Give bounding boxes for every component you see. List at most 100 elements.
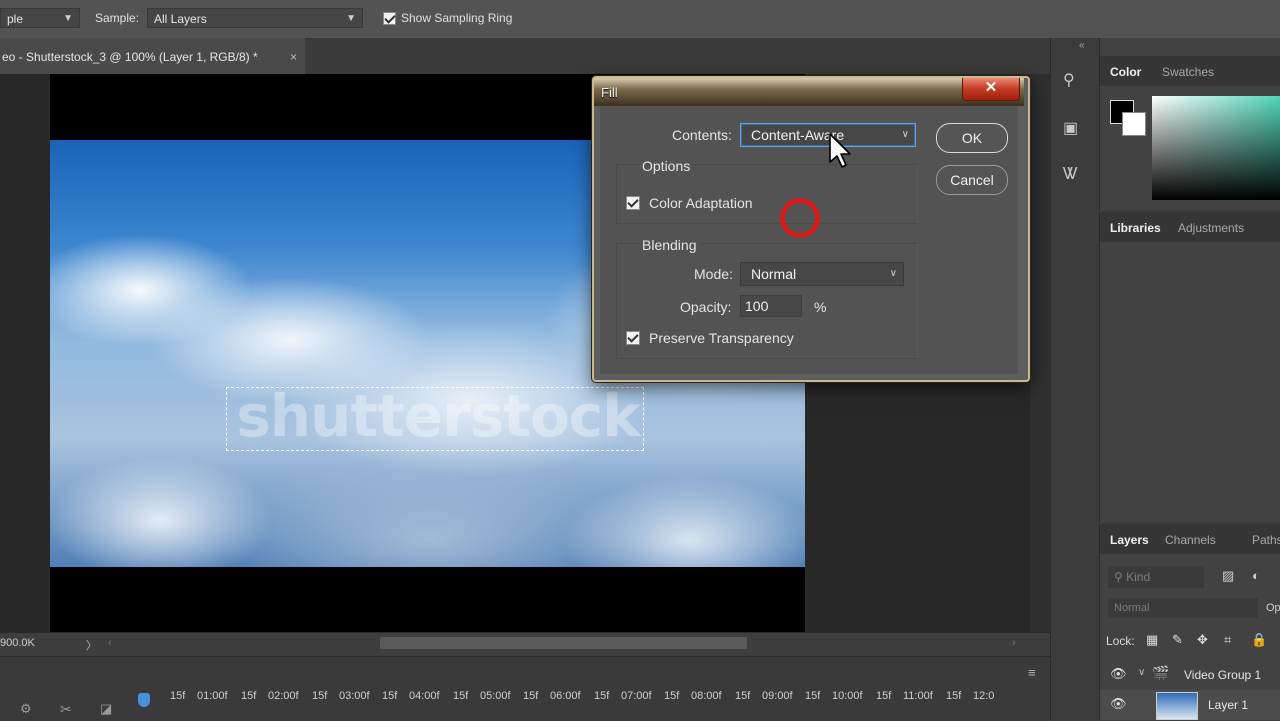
scroll-right-icon[interactable]: ›: [1012, 637, 1016, 649]
lock-paint-icon[interactable]: ✎: [1172, 632, 1183, 648]
layer-row[interactable]: 👁 ∨ 🎬 Video Group 1: [1100, 662, 1280, 688]
sample-select[interactable]: All Layers ▼: [147, 8, 363, 28]
tab-libraries[interactable]: Libraries: [1110, 221, 1161, 235]
timeline-tick: 15f: [523, 690, 539, 702]
options-group-label: Options: [640, 158, 693, 174]
timeline-tick: 04:00f: [409, 690, 440, 702]
preserve-transparency-label: Preserve Transparency: [649, 330, 794, 346]
chevron-down-icon: ∨: [901, 129, 909, 140]
timeline-tick: 03:00f: [339, 690, 370, 702]
mode-select[interactable]: Normal ∨: [740, 262, 904, 286]
sample-value: All Layers: [154, 12, 207, 26]
mode-value: Normal: [751, 266, 797, 282]
layer-kind-filter[interactable]: ⚲ Kind: [1108, 566, 1204, 588]
libraries-panel: Libraries Adjustments: [1099, 212, 1280, 522]
show-sampling-ring-label: Show Sampling Ring: [401, 11, 513, 25]
timeline-menu-icon[interactable]: ≡: [1028, 665, 1036, 680]
color-picker-field[interactable]: [1152, 96, 1280, 200]
tool-mode-value: ple: [7, 12, 24, 26]
history-icon[interactable]: ⚲: [1063, 70, 1087, 92]
status-menu-arrow-icon[interactable]: 〉: [86, 637, 97, 653]
chevron-down-icon: ▼: [346, 13, 356, 24]
transition-icon[interactable]: ◪: [100, 701, 112, 717]
libraries-panel-tabs: Libraries Adjustments: [1100, 212, 1280, 242]
opacity-input[interactable]: 100: [740, 295, 802, 317]
chevron-down-icon: ▼: [63, 13, 73, 24]
document-tab-title: eo - Shutterstock_3 @ 100% (Layer 1, RGB…: [2, 50, 258, 64]
timeline-tick: 07:00f: [621, 690, 652, 702]
tab-layers[interactable]: Layers: [1110, 533, 1149, 547]
cancel-button[interactable]: Cancel: [936, 165, 1008, 195]
timeline-tick: 15f: [876, 690, 892, 702]
properties-icon[interactable]: ▣: [1063, 118, 1087, 140]
tool-mode-select[interactable]: ple ▼: [0, 8, 80, 28]
scroll-left-icon[interactable]: ‹: [108, 637, 112, 649]
mode-label: Mode:: [694, 266, 733, 282]
timeline-ruler[interactable]: 15f 01:00f 15f 02:00f 15f 03:00f 15f 04:…: [130, 690, 1050, 708]
timeline-tick: 01:00f: [197, 690, 228, 702]
expand-chevron-icon[interactable]: ∨: [1138, 667, 1145, 678]
tab-paths[interactable]: Paths: [1252, 533, 1280, 547]
mouse-pointer-icon: [829, 133, 851, 168]
layer-thumbnail: [1156, 692, 1198, 720]
tab-swatches[interactable]: Swatches: [1162, 65, 1214, 79]
dialog-body: Contents: Content-Aware ∨ OK Cancel Opti…: [600, 106, 1018, 374]
timeline-tick: 08:00f: [691, 690, 722, 702]
lock-all-icon[interactable]: 🔒: [1251, 632, 1267, 648]
tab-color[interactable]: Color: [1110, 65, 1141, 79]
timeline-tick: 15f: [453, 690, 469, 702]
color-panel-tabs: Color Swatches: [1100, 56, 1280, 86]
timeline-tick: 12:0: [973, 690, 995, 702]
visibility-eye-icon[interactable]: 👁: [1110, 666, 1127, 682]
vertical-scrollbar[interactable]: [1030, 74, 1050, 634]
video-group-icon: 🎬: [1152, 665, 1170, 681]
chevron-down-icon: ∨: [889, 268, 897, 279]
ok-button[interactable]: OK: [936, 123, 1008, 153]
blend-mode-select[interactable]: Normal: [1108, 598, 1258, 618]
background-color-swatch[interactable]: [1122, 112, 1146, 136]
gear-icon[interactable]: ⚙: [20, 701, 32, 717]
color-adaptation-label: Color Adaptation: [649, 195, 753, 211]
character-icon[interactable]: Ꮤ: [1063, 166, 1087, 188]
timeline-tick: 06:00f: [550, 690, 581, 702]
show-sampling-ring-checkbox[interactable]: [383, 12, 396, 28]
lock-artboard-icon[interactable]: ⌗: [1224, 632, 1231, 648]
layer-name: Layer 1: [1208, 698, 1249, 712]
visibility-eye-icon[interactable]: 👁: [1110, 696, 1127, 712]
contents-label: Contents:: [672, 127, 732, 143]
preserve-transparency-checkbox[interactable]: [626, 331, 640, 348]
timeline-panel: ≡ ⚙ ✂ ◪: [0, 656, 1050, 721]
timeline-tick: 11:00f: [903, 690, 933, 702]
dialog-titlebar[interactable]: Fill ✕: [594, 78, 1024, 106]
layer-row[interactable]: 👁 Layer 1: [1100, 690, 1280, 720]
search-icon: ⚲: [1114, 570, 1127, 584]
dialog-title: Fill: [601, 85, 618, 100]
image-filter-icon[interactable]: ▨: [1222, 568, 1234, 584]
timeline-tick: 15f: [735, 690, 751, 702]
color-adaptation-checkbox[interactable]: [626, 196, 640, 213]
click-indicator-ring: [780, 198, 820, 238]
timeline-tick: 02:00f: [268, 690, 299, 702]
close-tab-icon[interactable]: ×: [290, 38, 297, 76]
timeline-tick: 15f: [805, 690, 821, 702]
lock-label: Lock:: [1106, 634, 1135, 648]
tab-channels[interactable]: Channels: [1165, 533, 1216, 547]
timeline-tick: 15f: [594, 690, 610, 702]
opacity-unit: %: [814, 299, 827, 315]
lock-move-icon[interactable]: ✥: [1197, 632, 1208, 648]
layer-name: Video Group 1: [1184, 668, 1262, 682]
timeline-playhead[interactable]: [138, 693, 150, 707]
doc-size-readout: 900.0K: [0, 637, 35, 649]
adjustment-filter-icon[interactable]: ◐: [1252, 568, 1260, 583]
timeline-tick: 15f: [664, 690, 680, 702]
scissors-icon[interactable]: ✂: [60, 701, 72, 718]
tab-adjustments[interactable]: Adjustments: [1178, 221, 1244, 235]
options-bar: ple ▼ Sample: All Layers ▼ Show Sampling…: [0, 0, 1280, 39]
collapse-panels-icon[interactable]: «: [1079, 40, 1085, 51]
close-button[interactable]: ✕: [962, 78, 1020, 101]
document-tab[interactable]: eo - Shutterstock_3 @ 100% (Layer 1, RGB…: [0, 38, 305, 74]
layers-panel: Layers Channels Paths ⚲ Kind ▨ ◐ Normal …: [1099, 524, 1280, 720]
timeline-tick: 15f: [382, 690, 398, 702]
horizontal-scrollbar-thumb[interactable]: [380, 637, 747, 649]
lock-transparent-icon[interactable]: ▦: [1146, 632, 1158, 648]
